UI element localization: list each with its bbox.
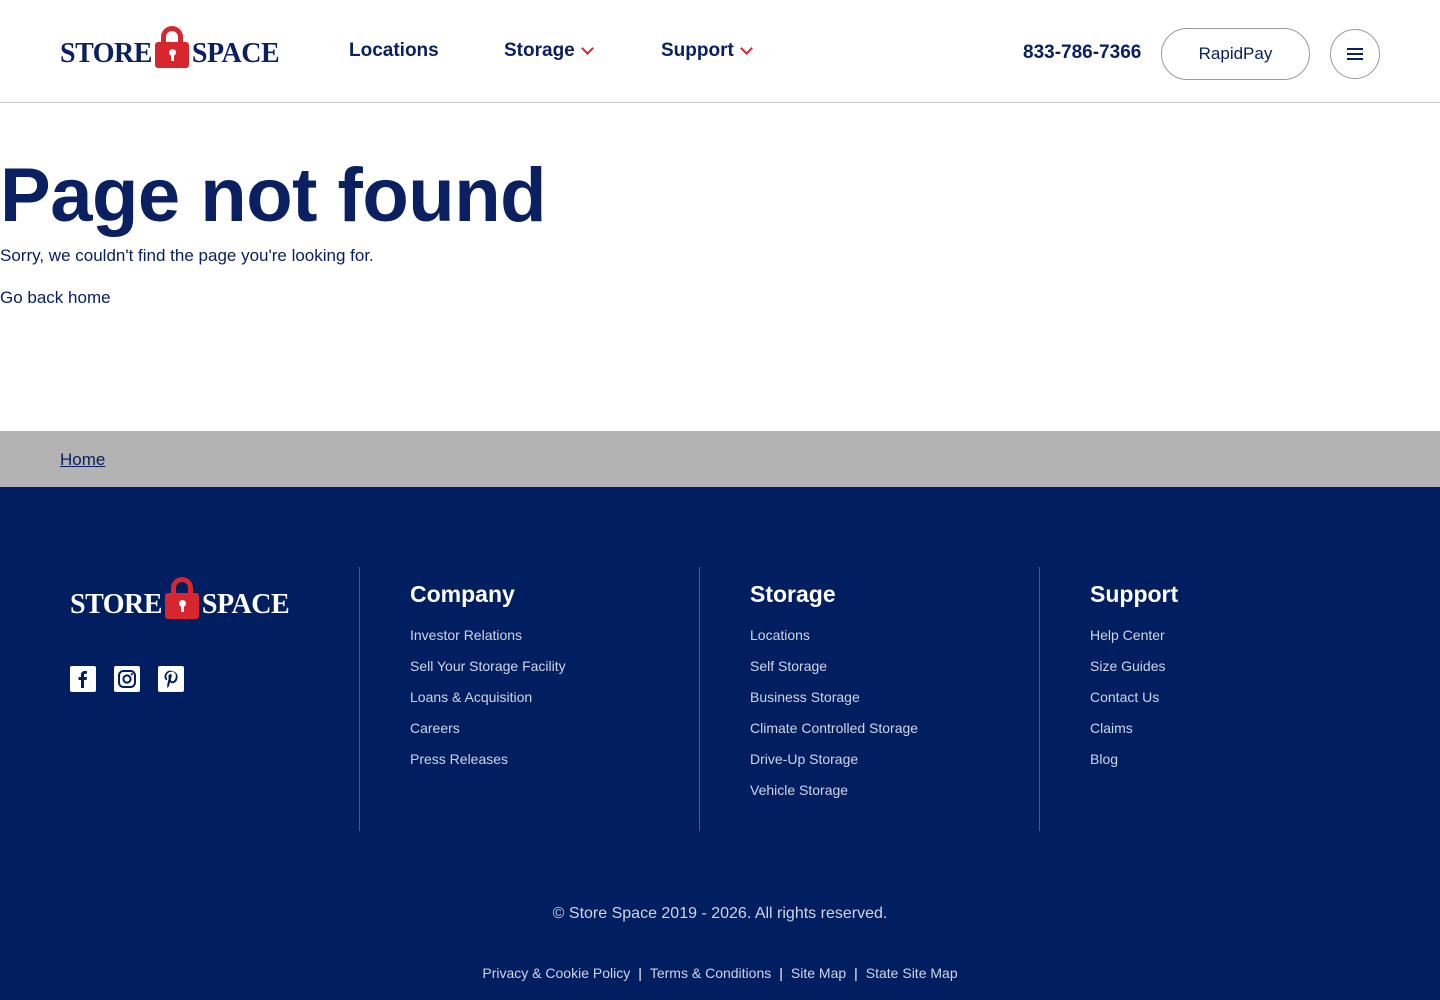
store-space-logo[interactable]: STORE SPACE [60,26,280,69]
nav-locations[interactable]: Locations [349,40,439,62]
breadcrumb-home-link[interactable]: Home [60,450,105,470]
logo-word-store: STORE [70,589,162,620]
footer-link[interactable]: Careers [410,713,566,744]
instagram-icon[interactable] [114,666,140,692]
footer-divider [699,567,700,831]
logo-word-space: SPACE [201,589,290,620]
legal-links: Privacy & Cookie Policy | Terms & Condit… [0,965,1440,981]
chevron-down-icon [580,42,594,55]
footer-link[interactable]: Drive-Up Storage [750,744,918,775]
footer-column-title: Company [410,581,515,607]
rapidpay-button[interactable]: RapidPay [1161,28,1310,80]
chevron-down-icon [739,42,753,55]
footer-link[interactable]: Press Releases [410,744,566,775]
footer-column-title: Storage [750,581,836,607]
footer-link[interactable]: Loans & Acquisition [410,682,566,713]
site-footer: STORE SPACE Company Investor Relations S… [0,487,1440,1000]
logo-word-space: SPACE [191,38,280,69]
footer-column-support: Support Help Center Size Guides Contact … [1090,581,1178,775]
page-title: Page not found [0,153,547,238]
store-space-footer-logo[interactable]: STORE SPACE [70,577,290,620]
footer-link[interactable]: Business Storage [750,682,918,713]
footer-divider [359,567,360,831]
padlock-icon [164,577,199,619]
nav-storage-label: Storage [504,40,575,61]
footer-link[interactable]: Climate Controlled Storage [750,713,918,744]
footer-link[interactable]: Size Guides [1090,651,1178,682]
padlock-icon [154,26,189,68]
site-header: STORE SPACE Locations Storage Support 83… [0,0,1440,103]
nav-support-label: Support [661,40,734,61]
footer-link[interactable]: Blog [1090,744,1178,775]
nav-support[interactable]: Support [661,40,753,62]
nav-storage[interactable]: Storage [504,40,594,62]
facebook-icon[interactable] [70,666,96,692]
hamburger-icon [1347,48,1363,50]
phone-link[interactable]: 833-786-7366 [1023,42,1141,64]
legal-separator: | [779,965,783,981]
legal-separator: | [638,965,642,981]
legal-separator: | [854,965,858,981]
page-subtitle: Sorry, we couldn't find the page you're … [0,246,374,265]
breadcrumb: Home [0,431,1440,487]
site-map-link[interactable]: Site Map [791,965,846,981]
logo-word-store: STORE [60,38,152,69]
pinterest-icon[interactable] [158,666,184,692]
footer-link[interactable]: Sell Your Storage Facility [410,651,566,682]
footer-link[interactable]: Locations [750,620,918,651]
footer-link[interactable]: Claims [1090,713,1178,744]
footer-link[interactable]: Help Center [1090,620,1178,651]
go-back-home-link[interactable]: Go back home [0,288,111,308]
footer-link[interactable]: Self Storage [750,651,918,682]
copyright-text: © Store Space 2019 - 2026. All rights re… [552,905,888,922]
footer-link[interactable]: Vehicle Storage [750,775,918,806]
footer-column-company: Company Investor Relations Sell Your Sto… [410,581,566,775]
footer-column-storage: Storage Locations Self Storage Business … [750,581,918,806]
privacy-policy-link[interactable]: Privacy & Cookie Policy [482,965,630,981]
footer-link[interactable]: Contact Us [1090,682,1178,713]
terms-link[interactable]: Terms & Conditions [650,965,771,981]
state-site-map-link[interactable]: State Site Map [866,965,958,981]
menu-button[interactable] [1330,29,1380,79]
footer-divider [1039,567,1040,831]
footer-column-title: Support [1090,581,1179,607]
footer-link[interactable]: Investor Relations [410,620,566,651]
nav-locations-label: Locations [349,40,439,61]
